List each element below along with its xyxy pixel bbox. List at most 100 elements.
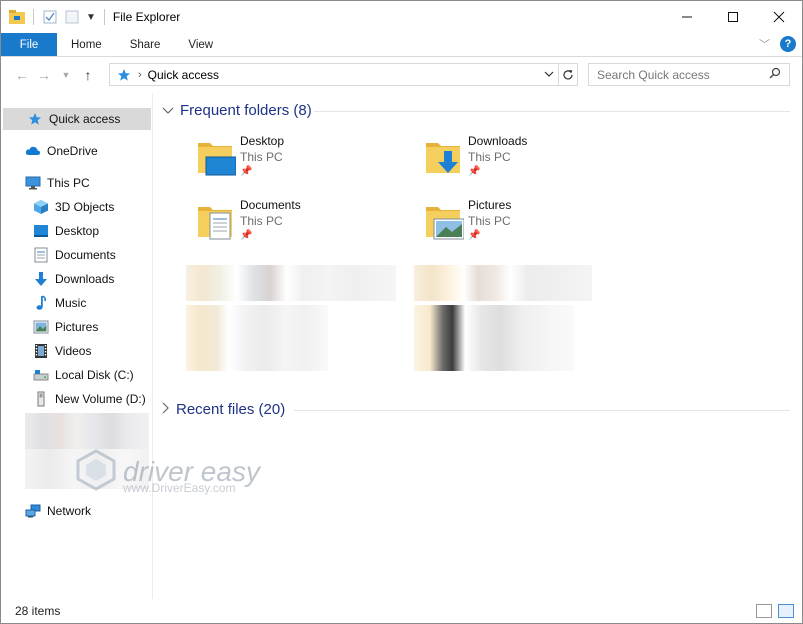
recent-files-header[interactable]: Recent files (20): [162, 401, 285, 418]
folder-name: Downloads: [468, 134, 528, 148]
close-button[interactable]: [756, 1, 802, 33]
tab-file[interactable]: File: [1, 33, 57, 56]
sidebar-item-music[interactable]: Music: [1, 292, 151, 314]
tab-view[interactable]: View: [174, 33, 227, 56]
address-dropdown-icon[interactable]: [544, 69, 554, 80]
folder-name: Documents: [240, 198, 301, 212]
folder-location: This PC: [240, 214, 283, 228]
tab-share[interactable]: Share: [116, 33, 175, 56]
folder-tile-pictures[interactable]: Pictures This PC 📌: [424, 197, 624, 253]
sidebar-item-this-pc[interactable]: This PC: [1, 172, 151, 194]
cloud-icon: [25, 143, 41, 159]
expand-chevron-icon[interactable]: [162, 402, 170, 417]
new-folder-icon[interactable]: [64, 9, 80, 25]
status-bar: 28 items: [1, 599, 802, 623]
sidebar-item-label: OneDrive: [47, 144, 98, 158]
sidebar-item-label: Local Disk (C:): [55, 368, 134, 382]
usb-drive-icon: [33, 391, 49, 407]
item-count: 28 items: [15, 604, 61, 618]
help-icon[interactable]: ?: [780, 36, 796, 52]
sidebar-item-label: Desktop: [55, 224, 100, 238]
desktop-folder-icon: [196, 137, 237, 177]
folder-tile-downloads[interactable]: Downloads This PC 📌: [424, 133, 624, 189]
film-icon: [33, 343, 49, 359]
tab-home[interactable]: Home: [57, 33, 116, 56]
back-arrow-icon[interactable]: ←: [11, 67, 33, 83]
breadcrumb[interactable]: Quick access: [148, 68, 219, 82]
sidebar-item-local-disk-c[interactable]: Local Disk (C:): [1, 364, 151, 386]
sidebar-item-network[interactable]: Network: [1, 500, 151, 522]
redacted-folder-tile-1: [186, 265, 396, 301]
folder-location: This PC: [240, 150, 283, 164]
search-input[interactable]: Search Quick access: [588, 63, 790, 86]
group-divider-2: [294, 410, 790, 411]
watermark-logo-icon: [75, 449, 117, 494]
frequent-folders-header[interactable]: Frequent folders (8): [162, 102, 312, 119]
drive-icon: [33, 367, 49, 383]
redacted-folder-tile-3: [414, 265, 592, 301]
sidebar-item-label: This PC: [47, 176, 90, 190]
collapse-chevron-icon[interactable]: [162, 104, 174, 118]
sidebar-item-downloads[interactable]: Downloads: [1, 268, 151, 290]
search-icon[interactable]: [769, 67, 781, 82]
up-arrow-icon[interactable]: ↑: [77, 67, 99, 83]
sidebar-item-label: Downloads: [55, 272, 115, 286]
folder-tile-documents[interactable]: Documents This PC 📌: [196, 197, 396, 253]
sidebar-item-label: Music: [55, 296, 87, 310]
sidebar-item-pictures[interactable]: Pictures: [1, 316, 151, 338]
search-placeholder: Search Quick access: [597, 67, 710, 82]
redacted-folder-tile-2: [186, 305, 328, 371]
window-controls: [664, 1, 802, 33]
title-bar: ▼ File Explorer: [1, 1, 802, 33]
folder-name: Pictures: [468, 198, 512, 212]
recent-files-title: Recent files (20): [176, 401, 286, 418]
sidebar-item-label: Quick access: [49, 112, 121, 126]
qat-divider-2: [103, 9, 105, 25]
documents-folder-icon: [196, 201, 236, 241]
star-icon: [116, 67, 132, 83]
quick-access-toolbar: ▼: [1, 9, 107, 25]
sidebar-item-label: Documents: [55, 248, 116, 262]
group-divider: [314, 111, 790, 112]
sidebar-item-label: Videos: [55, 344, 92, 358]
pin-icon: 📌: [240, 230, 253, 241]
watermark: driver easy www.DriverEasy.com: [75, 449, 260, 495]
navigation-pane: Quick access OneDrive This PC 3D Objects…: [1, 93, 153, 599]
sidebar-item-label: Pictures: [55, 320, 99, 334]
sidebar-item-onedrive[interactable]: OneDrive: [1, 140, 151, 162]
tiles-view-icon[interactable]: [778, 604, 794, 618]
network-icon: [25, 503, 41, 519]
forward-arrow-icon[interactable]: →: [33, 67, 55, 83]
downloads-folder-icon: [424, 137, 464, 177]
recent-locations-icon[interactable]: ▼: [55, 70, 77, 80]
sidebar-item-desktop[interactable]: Desktop: [1, 220, 151, 242]
star-icon: [27, 111, 43, 127]
pin-icon: 📌: [468, 166, 481, 177]
customize-qat-icon[interactable]: ▼: [86, 12, 96, 23]
folder-app-icon: [9, 9, 25, 25]
minimize-button[interactable]: [664, 1, 710, 33]
frequent-folders-title: Frequent folders (8): [180, 102, 312, 119]
address-bar[interactable]: › Quick access: [109, 63, 559, 86]
address-row: ← → ▼ ↑ › Quick access Search Quick acce…: [1, 58, 802, 92]
folder-tile-desktop[interactable]: Desktop This PC 📌: [196, 133, 396, 189]
expand-ribbon-icon[interactable]: ﹀: [759, 36, 770, 52]
content-pane: Frequent folders (8) Desktop This PC 📌 D…: [154, 93, 800, 599]
sidebar-item-videos[interactable]: Videos: [1, 340, 151, 362]
maximize-button[interactable]: [710, 1, 756, 33]
view-toggle: [756, 604, 794, 618]
sidebar-item-documents[interactable]: Documents: [1, 244, 151, 266]
sidebar-item-3d-objects[interactable]: 3D Objects: [1, 196, 151, 218]
folder-name: Desktop: [240, 134, 285, 148]
qat-divider: [33, 9, 34, 25]
sidebar-item-quick-access[interactable]: Quick access: [3, 108, 151, 130]
redacted-nav-items: [25, 413, 149, 449]
properties-icon[interactable]: [42, 9, 58, 25]
refresh-button[interactable]: [558, 63, 578, 86]
sidebar-item-new-volume-d[interactable]: New Volume (D:): [1, 388, 151, 410]
breadcrumb-chevron-icon: ›: [138, 68, 142, 81]
cube-icon: [33, 199, 49, 215]
monitor-icon: [25, 175, 41, 191]
ribbon-tabs: File Home Share View ﹀ ?: [1, 33, 802, 57]
details-view-icon[interactable]: [756, 604, 772, 618]
